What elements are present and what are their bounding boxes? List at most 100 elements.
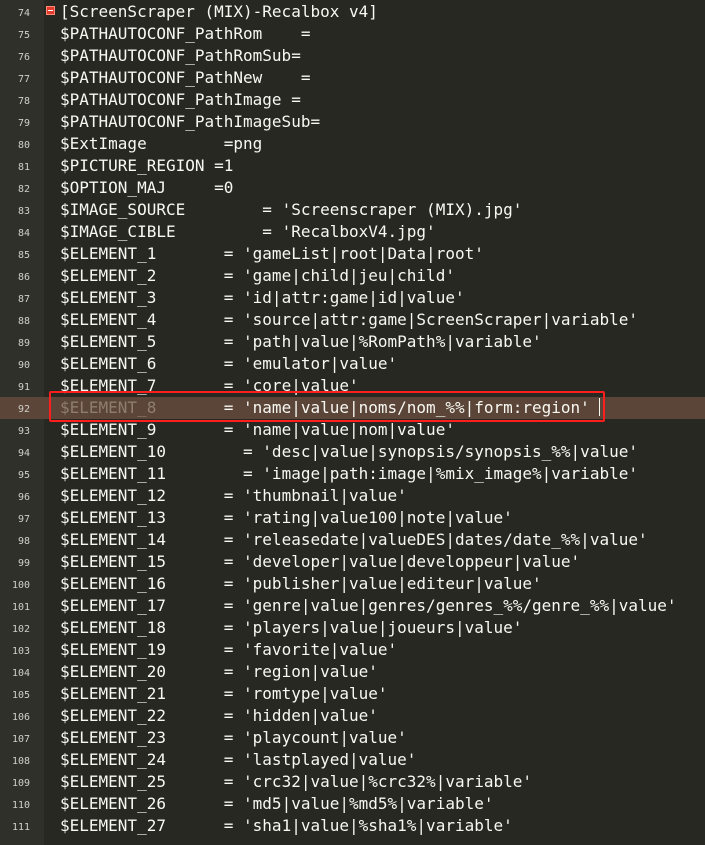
code-text: $ELEMENT_20 = 'region|value' [60, 661, 378, 683]
variable-name: $ELEMENT_10 [60, 442, 166, 461]
line-number: 85 [17, 250, 30, 261]
line-number: 110 [11, 800, 30, 811]
code-line[interactable]: 89 $ELEMENT_5 = 'path|value|%RomPath%|var… [0, 331, 705, 353]
code-line[interactable]: 93 $ELEMENT_9 = 'name|value|nom|value' [0, 419, 705, 441]
variable-value: = 'image|path:image|%mix_image%|variable… [243, 464, 638, 483]
variable-name: $ExtImage [60, 134, 147, 153]
code-line[interactable]: 84 $IMAGE_CIBLE = 'RecalboxV4.jpg' [0, 221, 705, 243]
code-line[interactable]: 108 $ELEMENT_24 = 'lastplayed|value' [0, 749, 705, 771]
code-line[interactable]: 88 $ELEMENT_4 = 'source|attr:game|ScreenS… [0, 309, 705, 331]
code-line[interactable]: 102 $ELEMENT_18 = 'players|value|joueurs|… [0, 617, 705, 639]
code-text: $ELEMENT_3 = 'id|attr:game|id|value' [60, 287, 465, 309]
code-line[interactable]: 81 $PICTURE_REGION =1 [0, 155, 705, 177]
variable-value: = 'emulator|value' [223, 354, 398, 373]
code-line[interactable]: 100 $ELEMENT_16 = 'publisher|value|editeu… [0, 573, 705, 595]
code-line[interactable]: 76 $PATHAUTOCONF_PathRomSub= [0, 45, 705, 67]
code-line[interactable]: 80 $ExtImage =png [0, 133, 705, 155]
line-number: 100 [11, 580, 30, 591]
code-text: $ELEMENT_9 = 'name|value|nom|value' [60, 419, 455, 441]
code-line[interactable]: 110 $ELEMENT_26 = 'md5|value|%md5%|variab… [0, 793, 705, 815]
line-number: 81 [17, 162, 30, 173]
variable-value: = 'game|child|jeu|child' [223, 266, 455, 285]
spacing [156, 332, 223, 351]
spacing [166, 706, 224, 725]
spacing [166, 530, 224, 549]
code-line[interactable]: 85 $ELEMENT_1 = 'gameList|root|Data|root' [0, 243, 705, 265]
variable-value: = 'favorite|value' [223, 640, 398, 659]
code-line[interactable]: 105 $ELEMENT_21 = 'romtype|value' [0, 683, 705, 705]
code-line[interactable]: 79 $PATHAUTOCONF_PathImageSub= [0, 111, 705, 133]
code-text: $PATHAUTOCONF_PathNew = [60, 67, 310, 89]
variable-value: = 'genre|value|genres/genres_%%/genre_%%… [223, 596, 677, 615]
code-line[interactable]: 77 $PATHAUTOCONF_PathNew = [0, 67, 705, 89]
code-text: $ELEMENT_17 = 'genre|value|genres/genres… [60, 595, 677, 617]
spacing [166, 508, 224, 527]
code-text: $ELEMENT_22 = 'hidden|value' [60, 705, 378, 727]
code-line[interactable]: 83 $IMAGE_SOURCE = 'Screenscraper (MIX).j… [0, 199, 705, 221]
fold-collapse-icon[interactable] [46, 6, 55, 15]
variable-value: =1 [214, 156, 234, 175]
spacing [156, 420, 223, 439]
variable-value: = [291, 90, 301, 109]
line-number: 78 [17, 96, 30, 107]
spacing [147, 134, 224, 153]
variable-value: = 'developer|value|developpeur|value' [223, 552, 581, 571]
code-line[interactable]: 103 $ELEMENT_19 = 'favorite|value' [0, 639, 705, 661]
code-line[interactable]: 95 $ELEMENT_11 = 'image|path:image|%mix_i… [0, 463, 705, 485]
variable-value: = 'id|attr:game|id|value' [223, 288, 465, 307]
variable-value: = 'crc32|value|%crc32%|variable' [223, 772, 533, 791]
variable-value: = 'hidden|value' [223, 706, 378, 725]
code-editor[interactable]: 74 [ScreenScraper (MIX)-Recalbox v4] 75 $PA… [0, 0, 705, 845]
code-line[interactable]: 86 $ELEMENT_2 = 'game|child|jeu|child' [0, 265, 705, 287]
code-line[interactable]: 107 $ELEMENT_23 = 'playcount|value' [0, 727, 705, 749]
code-line[interactable]: 106 $ELEMENT_22 = 'hidden|value' [0, 705, 705, 727]
line-number: 92 [17, 404, 30, 415]
code-line[interactable]: 87 $ELEMENT_3 = 'id|attr:game|id|value' [0, 287, 705, 309]
code-line[interactable]: 104 $ELEMENT_20 = 'region|value' [0, 661, 705, 683]
code-line[interactable]: 101 $ELEMENT_17 = 'genre|value|genres/gen… [0, 595, 705, 617]
code-line[interactable]: 97 $ELEMENT_13 = 'rating|value100|note|va… [0, 507, 705, 529]
code-line[interactable]: 111 $ELEMENT_27 = 'sha1|value|%sha1%|vari… [0, 815, 705, 837]
code-text: $ELEMENT_18 = 'players|value|joueurs|val… [60, 617, 522, 639]
line-number: 106 [11, 712, 30, 723]
code-line[interactable]: 109 $ELEMENT_25 = 'crc32|value|%crc32%|va… [0, 771, 705, 793]
code-line[interactable]: 94 $ELEMENT_10 = 'desc|value|synopsis/syn… [0, 441, 705, 463]
variable-value: = 'romtype|value' [223, 684, 388, 703]
spacing [166, 618, 224, 637]
code-line[interactable]: 96 $ELEMENT_12 = 'thumbnail|value' [0, 485, 705, 507]
spacing [282, 90, 292, 109]
line-number: 84 [17, 228, 30, 239]
line-number: 98 [17, 536, 30, 547]
variable-name: $ELEMENT_12 [60, 486, 166, 505]
variable-value: = 'publisher|value|editeur|value' [223, 574, 542, 593]
variable-value: =png [223, 134, 263, 153]
code-line[interactable]: 82 $OPTION_MAJ =0 [0, 177, 705, 199]
line-number: 83 [17, 206, 30, 217]
variable-name: $ELEMENT_3 [60, 288, 157, 307]
code-line[interactable]: 75 $PATHAUTOCONF_PathRom = [0, 23, 705, 45]
code-line[interactable]: 99 $ELEMENT_15 = 'developer|value|develop… [0, 551, 705, 573]
variable-value: = 'Screenscraper (MIX).jpg' [262, 200, 523, 219]
variable-name: $ELEMENT_25 [60, 772, 166, 791]
spacing [166, 442, 243, 461]
code-line[interactable]: 90 $ELEMENT_6 = 'emulator|value' [0, 353, 705, 375]
spacing [156, 244, 223, 263]
spacing [156, 288, 223, 307]
spacing [166, 772, 224, 791]
spacing [166, 728, 224, 747]
spacing [166, 596, 224, 615]
variable-name: $IMAGE_SOURCE [60, 200, 186, 219]
variable-name: $ELEMENT_26 [60, 794, 166, 813]
code-line[interactable]: 74 [ScreenScraper (MIX)-Recalbox v4] [0, 1, 705, 23]
code-text: $ELEMENT_2 = 'game|child|jeu|child' [60, 265, 455, 287]
code-line[interactable]: 78 $PATHAUTOCONF_PathImage = [0, 89, 705, 111]
line-number: 79 [17, 118, 30, 129]
variable-name: $PATHAUTOCONF_PathRomSub [60, 46, 292, 65]
code-text: $ELEMENT_4 = 'source|attr:game|ScreenScr… [60, 309, 638, 331]
variable-value: =0 [214, 178, 234, 197]
line-number: 74 [17, 8, 30, 19]
code-line[interactable]: 98 $ELEMENT_14 = 'releasedate|valueDES|da… [0, 529, 705, 551]
variable-value: = [310, 112, 321, 131]
variable-value: = 'thumbnail|value' [223, 486, 407, 505]
variable-name: $ELEMENT_13 [60, 508, 166, 527]
